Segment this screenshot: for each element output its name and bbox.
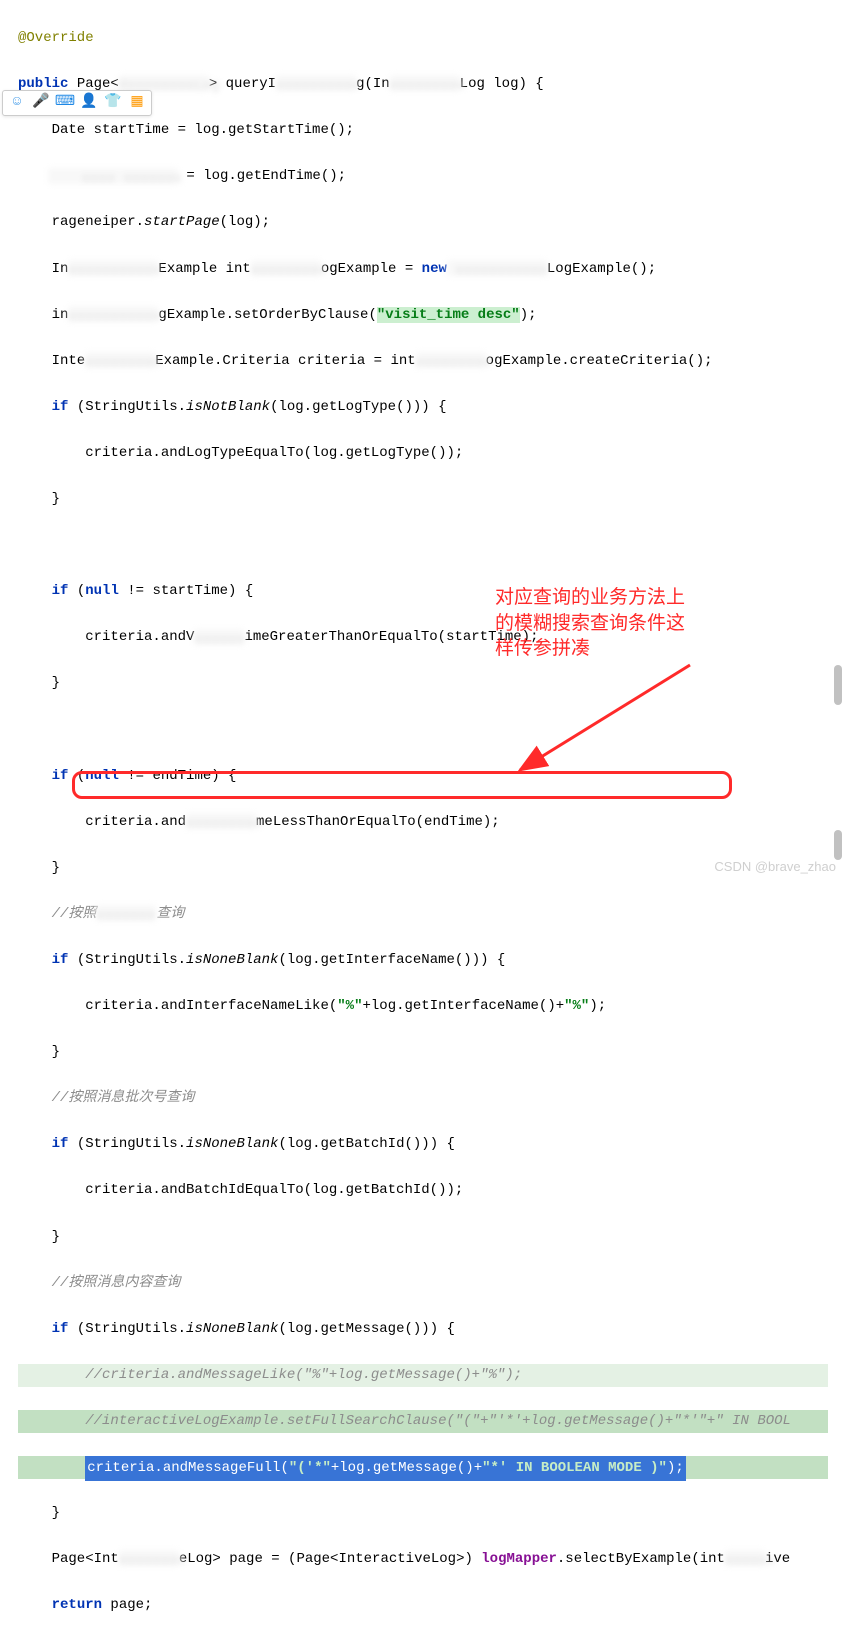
highlighted-code-line[interactable]: criteria.andMessageFull("('*"+log.getMes… xyxy=(18,1456,828,1479)
override-annotation: @Override xyxy=(18,30,94,46)
person-icon[interactable]: 👤 xyxy=(80,94,98,112)
scrollbar-thumb[interactable] xyxy=(834,665,842,705)
code-editor[interactable]: @Override public Page<XxxxxxxxxLog> quer… xyxy=(0,0,844,1640)
annotation-callout: 对应查询的业务方法上 的模糊搜索查询条件这 样传参拼凑 xyxy=(495,585,685,662)
smile-icon[interactable]: ☺ xyxy=(8,94,26,112)
grid-icon[interactable]: ▦ xyxy=(128,94,146,112)
watermark: CSDN @brave_zhao xyxy=(714,856,836,877)
shirt-icon[interactable]: 👕 xyxy=(104,94,122,112)
floating-toolbar[interactable]: ☺ 🎤 ⌨ 👤 👕 ▦ xyxy=(2,90,152,116)
mic-icon[interactable]: 🎤 xyxy=(32,94,50,112)
keyboard-icon[interactable]: ⌨ xyxy=(56,94,74,112)
